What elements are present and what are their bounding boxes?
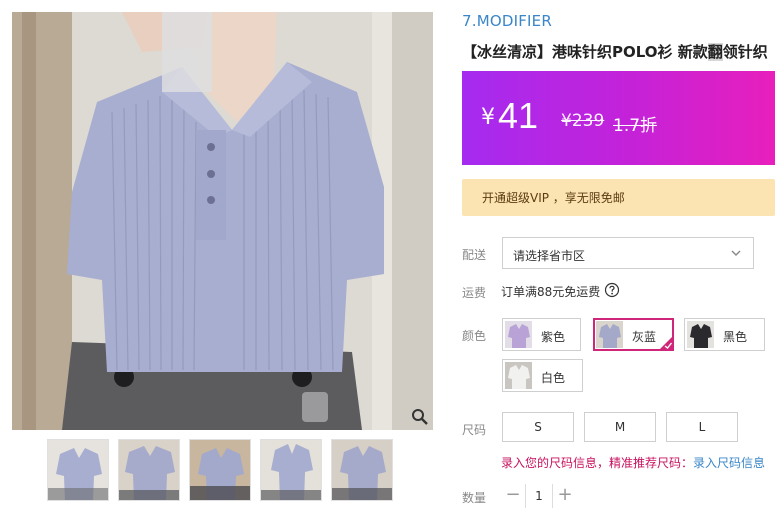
main-product-image[interactable]	[12, 12, 433, 430]
freight-label: 运费	[462, 286, 487, 300]
enter-size-info-link[interactable]: 录入尺码信息	[693, 456, 765, 470]
quantity-input[interactable]: 1	[525, 484, 553, 508]
region-select[interactable]: 请选择省市区	[502, 237, 754, 269]
size-option-s[interactable]: S	[502, 412, 574, 442]
freight-text: 订单满88元免运费	[501, 285, 601, 299]
current-price: 41	[498, 95, 539, 136]
product-title-main: 【冰丝清凉】港味针织POLO衫 新款	[462, 43, 708, 61]
thumbnail-4[interactable]	[260, 439, 322, 501]
thumbnail-5[interactable]	[331, 439, 393, 501]
product-title: 【冰丝清凉】港味针织POLO衫 新款翻领针织	[462, 41, 775, 62]
color-option-label: 白色	[541, 371, 566, 385]
price-banner: ¥ 41 ¥239 1.7折	[462, 71, 775, 165]
zoom-icon[interactable]	[411, 408, 429, 426]
thumbnail-2[interactable]	[118, 439, 180, 501]
original-price: ¥239	[561, 111, 605, 131]
color-option-purple[interactable]: 紫色	[502, 318, 581, 351]
vip-banner[interactable]: 开通超级VIP ，享无限免邮	[462, 179, 775, 216]
quantity-increase-button[interactable]: +	[554, 484, 576, 508]
size-hint-text: 录入您的尺码信息，精准推荐尺码：	[501, 456, 694, 470]
chevron-down-icon	[731, 250, 741, 256]
color-option-label: 黑色	[723, 330, 748, 344]
color-thumb-purple	[505, 321, 532, 348]
quantity-label: 数量	[462, 491, 487, 505]
quantity-decrease-button[interactable]: −	[502, 484, 524, 508]
shipping-label: 配送	[462, 248, 487, 262]
color-option-gray-blue[interactable]: 灰蓝	[593, 318, 674, 351]
size-label: 尺码	[462, 423, 487, 437]
color-thumb-gray-blue	[596, 321, 623, 348]
color-thumb-white	[505, 362, 532, 389]
region-select-value: 请选择省市区	[513, 249, 586, 263]
color-thumb-black	[687, 321, 714, 348]
color-option-label: 紫色	[541, 330, 566, 344]
thumbnail-3[interactable]	[189, 439, 251, 501]
price-currency: ¥	[481, 105, 495, 130]
color-label: 颜色	[462, 329, 487, 343]
discount-label: 1.7折	[613, 116, 658, 136]
color-option-white[interactable]: 白色	[502, 359, 583, 392]
selected-check-icon	[659, 336, 673, 350]
product-title-rest: 领针织	[722, 43, 768, 61]
thumbnail-1[interactable]	[47, 439, 109, 501]
size-option-l[interactable]: L	[666, 412, 738, 442]
color-option-label: 灰蓝	[632, 330, 657, 344]
brand-link[interactable]: 7.MODIFIER	[462, 12, 552, 30]
product-title-highlight: 翻	[707, 43, 723, 61]
help-question-icon[interactable]	[604, 282, 620, 298]
vip-text: 开通超级VIP ，享无限免邮	[482, 191, 625, 205]
size-recommend-hint: 录入您的尺码信息，精准推荐尺码：录入尺码信息	[501, 454, 765, 471]
color-option-black[interactable]: 黑色	[684, 318, 765, 351]
size-option-m[interactable]: M	[584, 412, 656, 442]
thumbnail-strip	[47, 439, 407, 501]
